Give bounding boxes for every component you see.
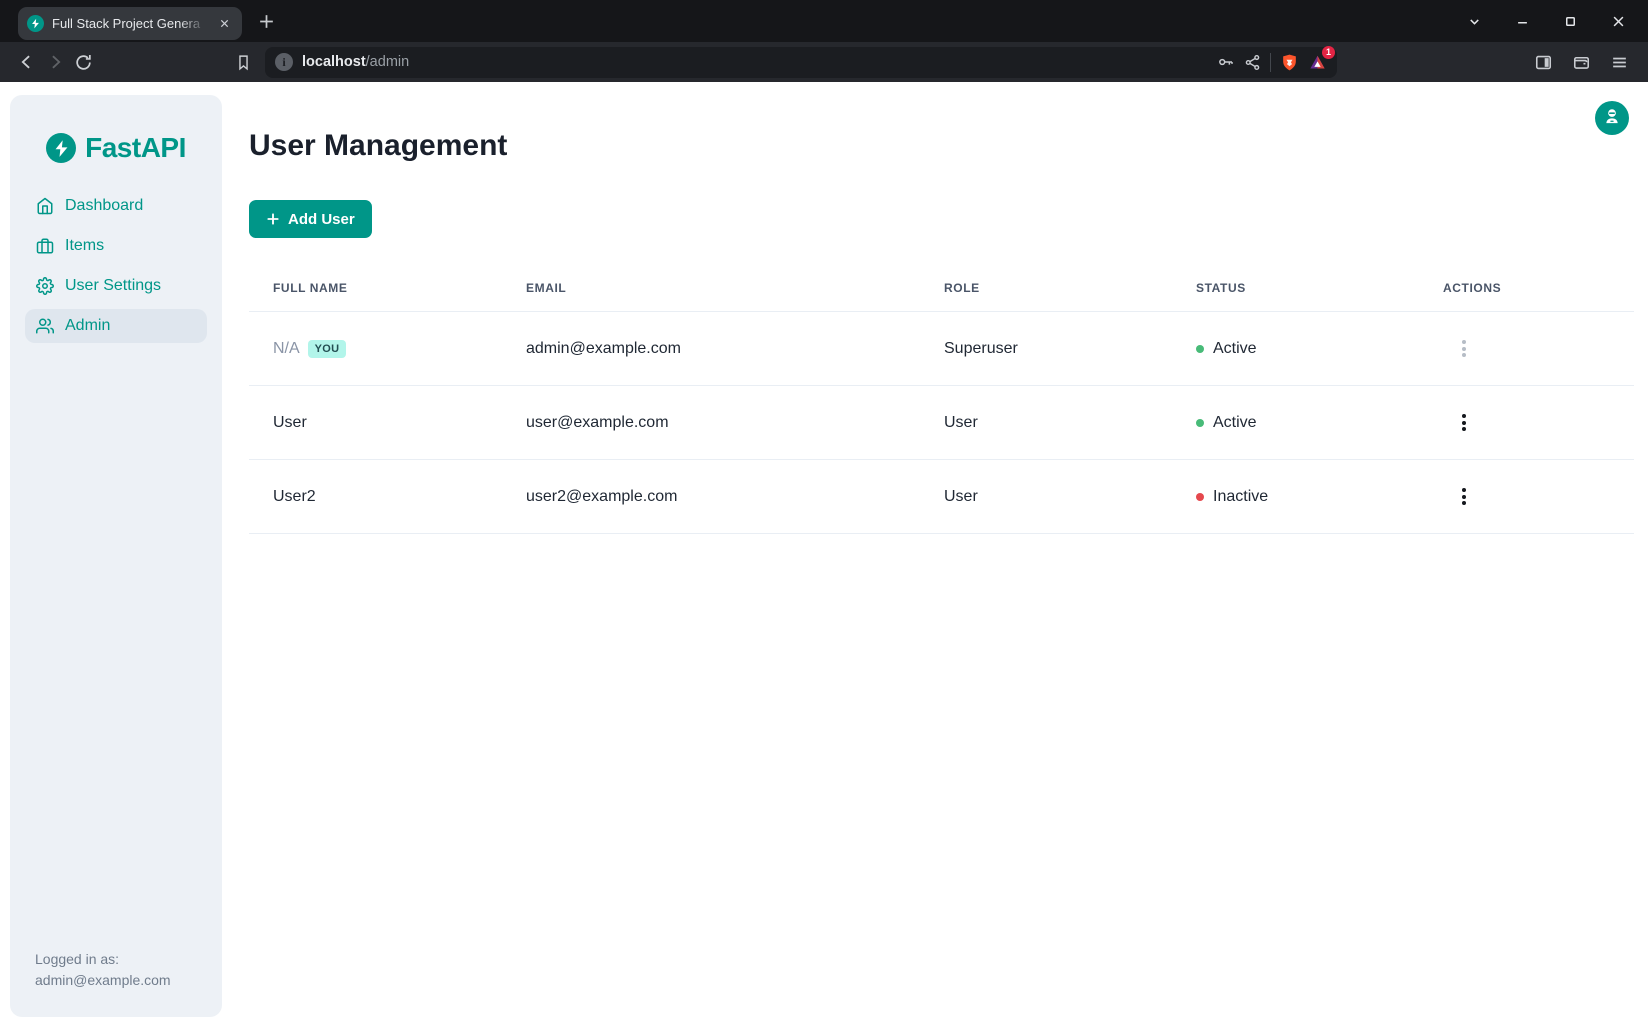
add-user-button[interactable]: Add User bbox=[249, 200, 372, 238]
fastapi-favicon-icon bbox=[27, 15, 44, 32]
url-host: localhost bbox=[302, 54, 366, 70]
users-icon bbox=[36, 317, 54, 335]
page-title: User Management bbox=[249, 128, 1634, 164]
user-menu-button[interactable] bbox=[1595, 101, 1629, 135]
site-info-icon[interactable]: i bbox=[275, 53, 293, 71]
table-row: User user@example.com User Active bbox=[249, 386, 1634, 460]
status-dot bbox=[1196, 419, 1204, 427]
main-content: User Management Add User FULL NAME EMAIL… bbox=[249, 82, 1634, 534]
role-cell: User bbox=[920, 414, 1172, 432]
status-dot bbox=[1196, 493, 1204, 501]
gear-icon bbox=[36, 277, 54, 295]
column-header-email: EMAIL bbox=[502, 281, 920, 295]
browser-tab[interactable]: Full Stack Project Genera bbox=[18, 7, 242, 40]
browser-toolbar: i localhost/admin 1 bbox=[0, 42, 1648, 82]
sidebar-item-label: Admin bbox=[65, 317, 110, 335]
minimize-icon[interactable] bbox=[1515, 14, 1530, 29]
sidebar-item-admin[interactable]: Admin bbox=[25, 309, 207, 343]
actions-cell bbox=[1419, 334, 1634, 364]
key-icon[interactable] bbox=[1217, 53, 1235, 71]
status-cell: Active bbox=[1172, 414, 1419, 432]
full-name-value: N/A bbox=[273, 340, 300, 358]
briefcase-icon bbox=[36, 237, 54, 255]
brave-shield-icon[interactable] bbox=[1280, 53, 1299, 72]
add-user-label: Add User bbox=[288, 211, 355, 228]
row-actions-kebab-icon bbox=[1453, 334, 1475, 364]
column-header-status: STATUS bbox=[1172, 281, 1419, 295]
home-icon bbox=[36, 197, 54, 215]
logged-in-info: Logged in as: admin@example.com bbox=[35, 949, 171, 991]
row-actions-kebab-icon[interactable] bbox=[1453, 482, 1475, 512]
sidebar-toggle-icon[interactable] bbox=[1534, 53, 1553, 72]
wallet-icon[interactable] bbox=[1572, 53, 1591, 72]
sidebar-item-items[interactable]: Items bbox=[25, 229, 207, 263]
sidebar-item-label: Dashboard bbox=[65, 197, 143, 215]
back-arrow-icon[interactable] bbox=[13, 48, 41, 76]
actions-cell bbox=[1419, 482, 1634, 512]
status-cell: Active bbox=[1172, 340, 1419, 358]
status-label: Active bbox=[1213, 340, 1257, 358]
role-cell: User bbox=[920, 488, 1172, 506]
url-path: /admin bbox=[366, 54, 410, 70]
browser-titlebar: Full Stack Project Genera bbox=[0, 0, 1648, 42]
url-text: localhost/admin bbox=[302, 54, 409, 70]
plus-icon bbox=[266, 212, 280, 226]
forward-arrow-icon[interactable] bbox=[41, 48, 69, 76]
column-header-role: ROLE bbox=[920, 281, 1172, 295]
maximize-icon[interactable] bbox=[1563, 14, 1578, 29]
column-header-full-name: FULL NAME bbox=[249, 281, 502, 295]
rewards-badge: 1 bbox=[1322, 46, 1335, 59]
tab-close-icon[interactable] bbox=[215, 15, 233, 33]
window-controls bbox=[1467, 14, 1648, 29]
email-cell: user@example.com bbox=[502, 414, 920, 432]
fastapi-bolt-icon bbox=[46, 133, 76, 163]
reload-icon[interactable] bbox=[69, 48, 97, 76]
user-astronaut-icon bbox=[1602, 106, 1622, 131]
close-window-icon[interactable] bbox=[1611, 14, 1626, 29]
address-bar[interactable]: i localhost/admin 1 bbox=[265, 47, 1337, 78]
column-header-actions: ACTIONS bbox=[1419, 281, 1634, 295]
actions-cell bbox=[1419, 408, 1634, 438]
sidebar-item-user-settings[interactable]: User Settings bbox=[25, 269, 207, 303]
role-cell: Superuser bbox=[920, 340, 1172, 358]
tab-title: Full Stack Project Genera bbox=[52, 16, 207, 31]
new-tab-icon[interactable] bbox=[257, 12, 276, 31]
full-name-value: User bbox=[273, 414, 307, 432]
brave-rewards-icon[interactable]: 1 bbox=[1308, 53, 1327, 72]
logged-in-label: Logged in as: bbox=[35, 949, 171, 970]
fastapi-logo-text: FastAPI bbox=[85, 132, 186, 164]
sidebar-item-label: Items bbox=[65, 237, 104, 255]
fastapi-logo: FastAPI bbox=[10, 131, 222, 165]
menu-icon[interactable] bbox=[1610, 53, 1629, 72]
email-cell: admin@example.com bbox=[502, 340, 920, 358]
row-actions-kebab-icon[interactable] bbox=[1453, 408, 1475, 438]
toolbar-right-group bbox=[1534, 53, 1635, 72]
status-label: Inactive bbox=[1213, 488, 1268, 506]
full-name-cell: N/A YOU bbox=[249, 340, 502, 358]
app-viewport: FastAPI Dashboard Items User Settings bbox=[0, 82, 1648, 1025]
logged-in-email: admin@example.com bbox=[35, 970, 171, 991]
table-row: User2 user2@example.com User Inactive bbox=[249, 460, 1634, 534]
sidebar-item-label: User Settings bbox=[65, 277, 161, 295]
full-name-cell: User2 bbox=[249, 488, 502, 506]
bookmark-icon[interactable] bbox=[229, 48, 257, 76]
email-cell: user2@example.com bbox=[502, 488, 920, 506]
full-name-cell: User bbox=[249, 414, 502, 432]
full-name-value: User2 bbox=[273, 488, 316, 506]
status-label: Active bbox=[1213, 414, 1257, 432]
sidebar: FastAPI Dashboard Items User Settings bbox=[10, 95, 222, 1017]
status-dot bbox=[1196, 345, 1204, 353]
users-table: FULL NAME EMAIL ROLE STATUS ACTIONS N/A … bbox=[249, 264, 1634, 534]
sidebar-nav: Dashboard Items User Settings Admin bbox=[10, 189, 222, 343]
toolbar-divider bbox=[1270, 53, 1271, 72]
you-badge: YOU bbox=[308, 340, 347, 358]
table-row: N/A YOU admin@example.com Superuser Acti… bbox=[249, 312, 1634, 386]
status-cell: Inactive bbox=[1172, 488, 1419, 506]
tab-search-chevron-icon[interactable] bbox=[1467, 14, 1482, 29]
table-header-row: FULL NAME EMAIL ROLE STATUS ACTIONS bbox=[249, 264, 1634, 312]
share-icon[interactable] bbox=[1244, 54, 1261, 71]
sidebar-item-dashboard[interactable]: Dashboard bbox=[25, 189, 207, 223]
